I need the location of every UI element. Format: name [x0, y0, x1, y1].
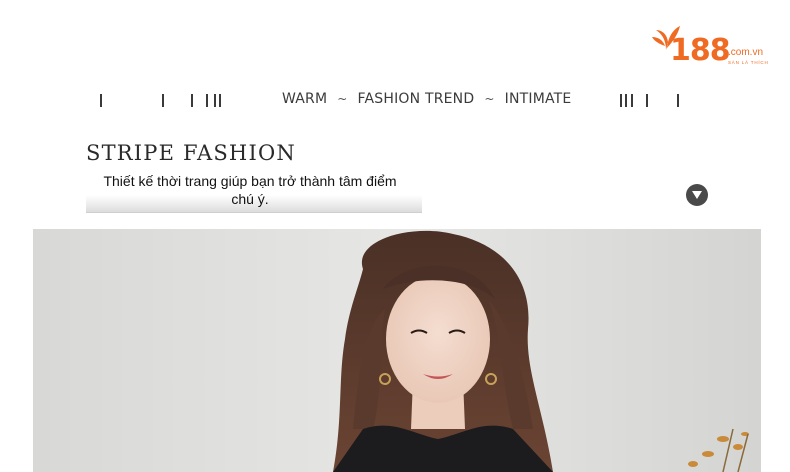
page-title: STRIPE FASHION	[86, 141, 296, 165]
tagline-separator: ~	[484, 92, 495, 106]
site-logo[interactable]: 188 .com.vn SÀN LÀ THÍCH	[652, 22, 776, 70]
logo-domain: .com.vn	[728, 47, 764, 58]
header-tagline: WARM ~ FASHION TREND ~ INTIMATE	[282, 91, 571, 107]
decor-bar	[219, 94, 221, 107]
decor-bar	[625, 94, 627, 107]
model-photo-illustration	[33, 229, 761, 472]
tagline-word-intimate: INTIMATE	[504, 91, 572, 107]
decor-bar	[677, 94, 679, 107]
expand-button[interactable]	[686, 184, 708, 206]
page-subtitle: Thiết kế thời trang giúp bạn trở thành t…	[103, 173, 397, 207]
decor-bar	[631, 94, 633, 107]
chevron-down-icon	[692, 191, 702, 199]
decor-bar	[206, 94, 208, 107]
decor-bar	[620, 94, 622, 107]
decor-bar	[100, 94, 102, 107]
decor-bar	[214, 94, 216, 107]
tagline-word-fashion-trend: FASHION TREND	[357, 91, 475, 107]
tagline-word-warm: WARM	[282, 91, 328, 107]
tagline-separator: ~	[337, 92, 348, 106]
hero-photo	[33, 229, 761, 472]
decor-bar	[162, 94, 164, 107]
logo-number: 188	[670, 33, 731, 68]
decor-bar	[646, 94, 648, 107]
decor-bar	[191, 94, 193, 107]
logo-tagline: SÀN LÀ THÍCH	[728, 60, 769, 65]
